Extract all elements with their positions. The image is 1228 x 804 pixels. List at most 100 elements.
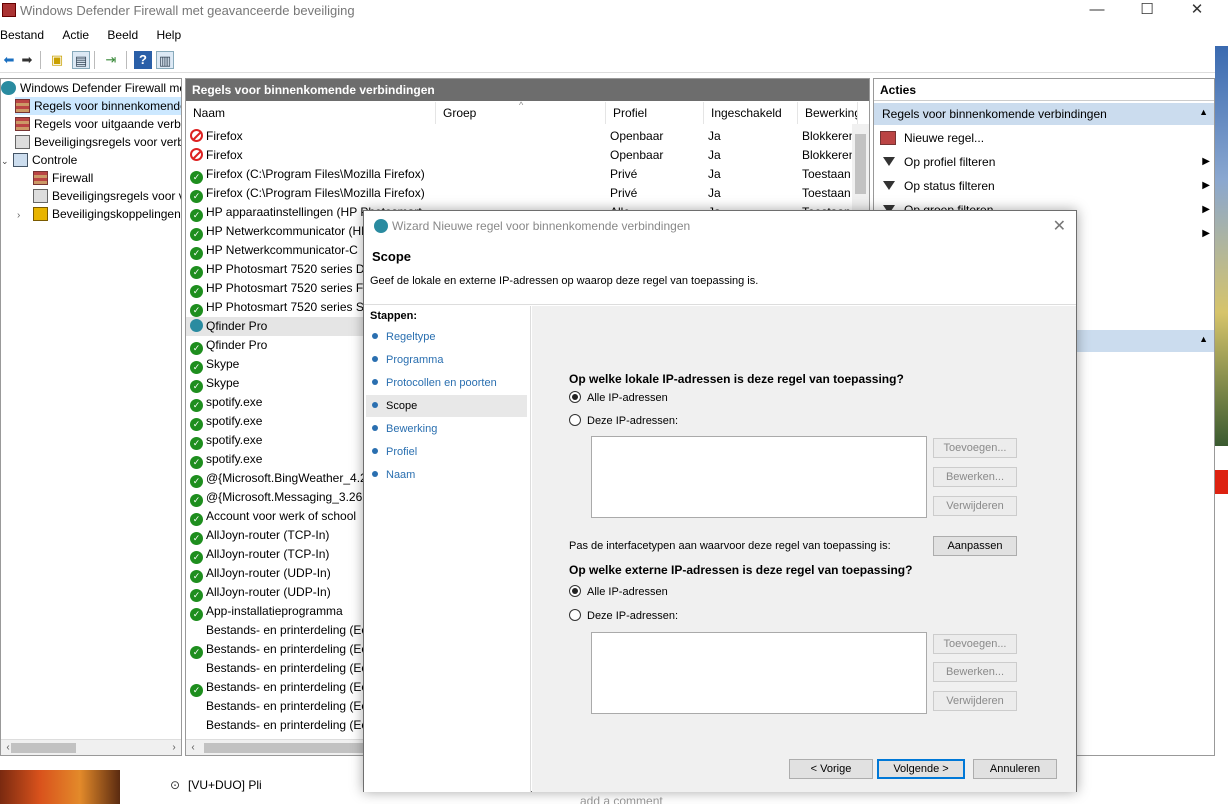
background-red-badge bbox=[1215, 470, 1228, 494]
rule-name: @{Microsoft.Messaging_3.26. bbox=[206, 490, 366, 504]
wizard-subheading: Geef de lokale en externe IP-adressen op… bbox=[370, 275, 759, 287]
local-ip-list[interactable] bbox=[591, 436, 927, 518]
remote-ip-list[interactable] bbox=[591, 632, 927, 714]
back-arrow-icon[interactable]: ⬅ bbox=[0, 51, 18, 69]
local-these-ip-radio[interactable]: Deze IP-adressen: bbox=[569, 413, 678, 429]
show-hide-action-pane-icon[interactable]: ▥ bbox=[156, 51, 174, 69]
firewall-globe-icon bbox=[374, 219, 388, 233]
tree-item-security-associations[interactable]: › Beveiligingskoppelingen bbox=[17, 205, 181, 223]
wizard-steps: Stappen: Regeltype Programma Protocollen e… bbox=[364, 306, 531, 792]
wizard-step-programma[interactable]: Programma bbox=[366, 349, 527, 371]
rule-row[interactable]: Firefox Openbaar Ja Blokkeren bbox=[186, 127, 852, 146]
rule-row[interactable]: ✓ Firefox (C:\Program Files\Mozilla Firef… bbox=[186, 184, 851, 203]
action-filter-status[interactable]: Op status filteren ▶ bbox=[880, 175, 1210, 197]
scrollbar-thumb[interactable] bbox=[855, 134, 866, 194]
wizard-step-scope[interactable]: Scope bbox=[366, 395, 527, 417]
step-bullet-icon bbox=[372, 379, 378, 385]
remote-remove-button[interactable]: Verwijderen bbox=[933, 691, 1017, 711]
close-button[interactable]: ✕ bbox=[1174, 0, 1220, 22]
column-name[interactable]: Naam bbox=[186, 102, 436, 124]
step-label: Profiel bbox=[386, 446, 418, 458]
minimize-button[interactable]: — bbox=[1074, 0, 1120, 22]
allowed-check-icon: ✓ bbox=[190, 342, 203, 355]
step-bullet-icon bbox=[372, 425, 378, 431]
submenu-arrow-icon: ▶ bbox=[1202, 228, 1210, 239]
rule-name: Bestands- en printerdeling (Ec bbox=[206, 623, 368, 637]
rule-profile-cell: Privé bbox=[610, 167, 638, 181]
action-new-rule[interactable]: Nieuwe regel... bbox=[880, 127, 1210, 149]
remote-all-ip-radio[interactable]: Alle IP-adressen bbox=[569, 584, 668, 600]
collapse-up-icon[interactable]: ▲ bbox=[1199, 334, 1208, 344]
column-action[interactable]: Bewerking bbox=[798, 102, 858, 124]
local-remove-button[interactable]: Verwijderen bbox=[933, 496, 1017, 516]
forward-arrow-icon[interactable]: ➡ bbox=[18, 51, 36, 69]
collapsed-chevron-icon[interactable]: › bbox=[17, 207, 33, 225]
remote-add-button[interactable]: Toevoegen... bbox=[933, 634, 1017, 654]
next-button[interactable]: Volgende > bbox=[877, 759, 965, 779]
tree-item-monitoring-security-rules[interactable]: Beveiligingsregels voor verbindingen bbox=[33, 187, 181, 205]
maximize-button[interactable]: ☐ bbox=[1124, 0, 1170, 22]
cancel-button[interactable]: Annuleren bbox=[973, 759, 1057, 779]
empty-icon bbox=[190, 716, 203, 729]
rule-name: AllJoyn-router (TCP-In) bbox=[206, 547, 330, 561]
up-folder-icon[interactable]: ▣ bbox=[48, 51, 66, 69]
remote-these-ip-radio[interactable]: Deze IP-adressen: bbox=[569, 608, 678, 624]
local-add-button[interactable]: Toevoegen... bbox=[933, 438, 1017, 458]
rule-name: spotify.exe bbox=[206, 414, 263, 428]
column-enabled[interactable]: Ingeschakeld bbox=[704, 102, 798, 124]
expanded-chevron-icon[interactable]: ⌄ bbox=[1, 152, 13, 170]
wizard-step-protocollen-en-poorten[interactable]: Protocollen en poorten bbox=[366, 372, 527, 394]
step-bullet-icon bbox=[372, 333, 378, 339]
tree-item-inbound-rules[interactable]: Regels voor binnenkomende verbindingen bbox=[15, 97, 181, 115]
rule-profile-cell: Openbaar bbox=[610, 129, 664, 143]
export-list-icon[interactable]: ⇥ bbox=[102, 51, 120, 69]
back-button[interactable]: < Vorige bbox=[789, 759, 873, 779]
tree-horizontal-scrollbar[interactable]: ‹ › bbox=[1, 739, 181, 755]
toolbar: ⬅ ➡ ▣ ▤ ⇥ ? ▥ bbox=[0, 47, 1228, 73]
scroll-right-arrow-icon[interactable]: › bbox=[167, 740, 181, 755]
background-tab-title[interactable]: [VU+DUO] Pli bbox=[188, 778, 262, 792]
new-rule-wizard-dialog: Wizard Nieuwe regel voor binnenkomende v… bbox=[363, 210, 1077, 792]
scrollbar-thumb[interactable] bbox=[11, 743, 76, 753]
column-profile[interactable]: Profiel bbox=[606, 102, 704, 124]
tree-item-connection-security-rules[interactable]: Beveiligingsregels voor verbindingen bbox=[15, 133, 181, 151]
step-bullet-icon bbox=[372, 471, 378, 477]
rule-row[interactable]: Firefox Openbaar Ja Blokkeren bbox=[186, 146, 852, 165]
actions-section-inbound[interactable]: Regels voor binnenkomende verbindingen ▲ bbox=[874, 103, 1214, 125]
step-label: Programma bbox=[386, 354, 444, 366]
wizard-step-regeltype[interactable]: Regeltype bbox=[366, 326, 527, 348]
customize-button[interactable]: Aanpassen bbox=[933, 536, 1017, 556]
tree-item-firewall[interactable]: Firewall bbox=[33, 169, 93, 187]
step-label: Bewerking bbox=[386, 423, 438, 435]
remote-edit-button[interactable]: Bewerken... bbox=[933, 662, 1017, 682]
scrollbar-thumb[interactable] bbox=[204, 743, 364, 753]
tree-root[interactable]: Windows Defender Firewall met geavanceer… bbox=[1, 79, 181, 97]
collapse-up-icon[interactable]: ▲ bbox=[1199, 107, 1208, 117]
wizard-step-naam[interactable]: Naam bbox=[366, 464, 527, 486]
menu-view[interactable]: Beeld bbox=[99, 24, 145, 42]
menu-action[interactable]: Actie bbox=[54, 24, 96, 42]
menu-bar: Bestand Actie Beeld Help bbox=[0, 24, 1228, 46]
wizard-step-profiel[interactable]: Profiel bbox=[366, 441, 527, 463]
filter-icon bbox=[883, 157, 895, 166]
menu-help[interactable]: Help bbox=[148, 24, 188, 42]
wizard-close-icon[interactable]: ✕ bbox=[1053, 216, 1066, 236]
step-bullet-icon bbox=[372, 448, 378, 454]
rule-row[interactable]: ✓ Firefox (C:\Program Files\Mozilla Firef… bbox=[186, 165, 851, 184]
background-desktop-strip bbox=[1215, 46, 1228, 446]
step-label: Scope bbox=[386, 400, 418, 412]
local-edit-button[interactable]: Bewerken... bbox=[933, 467, 1017, 487]
tree-item-outbound-rules[interactable]: Regels voor uitgaande verbindingen bbox=[15, 115, 181, 133]
add-comment-link[interactable]: add a comment bbox=[580, 794, 663, 804]
menu-file[interactable]: Bestand bbox=[0, 24, 51, 42]
rule-enabled-cell: Ja bbox=[708, 186, 721, 200]
action-filter-profile[interactable]: Op profiel filteren ▶ bbox=[880, 151, 1210, 173]
scroll-left-arrow-icon[interactable]: ‹ bbox=[186, 740, 200, 755]
rule-name-cell: Firefox bbox=[190, 146, 430, 165]
tree-item-monitoring[interactable]: ⌄ Controle bbox=[1, 151, 77, 169]
local-all-ip-radio[interactable]: Alle IP-adressen bbox=[569, 390, 668, 406]
show-hide-console-tree-icon[interactable]: ▤ bbox=[72, 51, 90, 69]
wizard-step-bewerking[interactable]: Bewerking bbox=[366, 418, 527, 440]
help-icon[interactable]: ? bbox=[134, 51, 152, 69]
rule-profile-cell: Openbaar bbox=[610, 148, 664, 162]
